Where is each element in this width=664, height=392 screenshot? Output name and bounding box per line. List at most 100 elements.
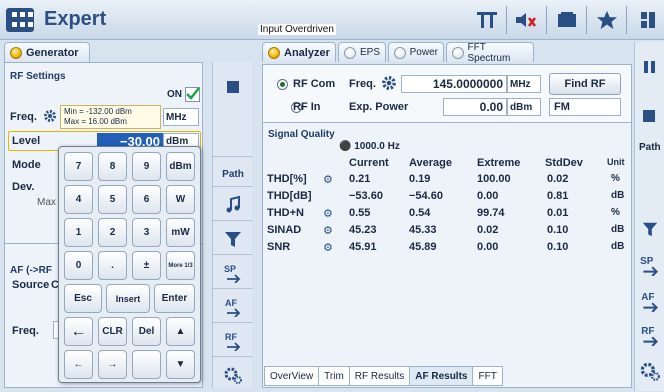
folder-icon[interactable] (550, 6, 584, 34)
svg-text:AF: AF (225, 298, 237, 308)
tab-fft[interactable]: FFT (472, 366, 503, 386)
svg-text:AF: AF (641, 292, 654, 303)
tab-analyzer[interactable]: Analyzer (262, 42, 336, 62)
rf-dev-max-label: Max (37, 197, 56, 208)
rf-on-label: ON (167, 89, 182, 100)
analyzer-filter-button[interactable] (641, 220, 659, 241)
analyzer-freq-unit[interactable]: MHz (507, 75, 541, 93)
key-5[interactable]: 5 (98, 185, 127, 214)
level-min-hint: Min = -132.00 dBm (64, 107, 132, 116)
layout-icon[interactable] (630, 6, 664, 34)
key-delete[interactable]: Del (132, 317, 161, 346)
sq-average: −54.60 (409, 190, 443, 202)
rf-dev-label: Dev. (12, 181, 35, 193)
generator-rf-button[interactable]: RF (213, 322, 253, 358)
app-menu-icon[interactable] (6, 8, 34, 32)
sq-row-name: THD[dB] (267, 190, 312, 202)
analyzer-af-button[interactable]: AF (639, 290, 661, 315)
col-extreme: Extreme (477, 157, 521, 169)
key-7[interactable]: 7 (64, 152, 93, 181)
mute-icon[interactable] (510, 6, 544, 34)
sq-unit: dB (611, 224, 625, 235)
key-enter[interactable]: Enter (154, 284, 195, 313)
af-source-label: Source (12, 279, 50, 291)
tab-af-results[interactable]: AF Results (409, 366, 474, 386)
key-right[interactable]: → (98, 350, 127, 379)
rf-com-radio[interactable] (277, 79, 288, 90)
key-milliwatt[interactable]: mW (166, 218, 195, 247)
freq-settings-gear-icon[interactable] (43, 109, 57, 123)
tab-trim[interactable]: Trim (318, 366, 350, 386)
exp-power-input[interactable]: 0.00 (443, 98, 507, 116)
analyzer-sp-dif-button[interactable]: SP (639, 254, 661, 279)
rf-freq-unit[interactable]: MHz (163, 108, 199, 126)
numeric-keypad: 7 8 9 dBm 4 5 6 W 1 2 3 mW 0 . ± More 1/… (58, 146, 201, 383)
analyzer-freq-gear-icon[interactable] (381, 75, 397, 91)
key-8[interactable]: 8 (98, 152, 127, 181)
sq-row-name: THD[%] (267, 173, 307, 185)
tab-fft-spectrum[interactable]: FFT Spectrum (446, 42, 534, 64)
exp-power-unit[interactable]: dBm (507, 98, 541, 116)
key-4[interactable]: 4 (64, 185, 93, 214)
key-9[interactable]: 9 (132, 152, 161, 181)
level-max-hint: Max = 16.00 dBm (64, 117, 127, 126)
generator-audio-button[interactable] (213, 186, 253, 222)
key-more-units[interactable]: More 1/3 (166, 251, 195, 280)
sq-average: 0.54 (409, 207, 431, 219)
af-freq-label: Freq. (12, 325, 39, 337)
sq-unit: % (611, 207, 620, 218)
filter-funnel-icon (642, 222, 658, 237)
key-2[interactable]: 2 (98, 218, 127, 247)
exp-power-label: Exp. Power (349, 101, 409, 113)
col-unit: Unit (607, 157, 625, 167)
tab-rf-results[interactable]: RF Results (348, 366, 411, 386)
generator-filter-button[interactable] (213, 220, 253, 256)
sq-unit: dB (611, 190, 625, 201)
key-insert[interactable]: Insert (106, 284, 150, 313)
key-watt[interactable]: W (166, 185, 195, 214)
demod-mode-select[interactable]: FM (549, 98, 621, 116)
key-decimal[interactable]: . (98, 251, 127, 280)
key-0[interactable]: 0 (64, 251, 93, 280)
key-6[interactable]: 6 (132, 185, 161, 214)
generator-af-button[interactable]: AF (213, 288, 253, 324)
key-backspace[interactable]: ← (64, 317, 93, 346)
split-view-icon[interactable] (470, 6, 504, 34)
key-left[interactable]: ← (64, 350, 93, 379)
key-3[interactable]: 3 (132, 218, 161, 247)
analyzer-stop-button[interactable] (643, 110, 655, 122)
sq-row-name: THD+N (267, 207, 304, 219)
analyzer-settings-button[interactable] (639, 360, 661, 385)
key-clear[interactable]: CLR (98, 317, 127, 346)
key-plus-minus[interactable]: ± (132, 251, 161, 280)
col-average: Average (409, 157, 453, 169)
rf-freq-label: Freq. (10, 111, 37, 123)
sq-settings-dot-icon[interactable]: ⚙ (323, 207, 333, 220)
analyzer-path-button[interactable]: Path (639, 142, 661, 153)
sq-average: 45.89 (409, 241, 437, 253)
key-1[interactable]: 1 (64, 218, 93, 247)
key-up[interactable]: ▲ (166, 317, 195, 346)
generator-settings-button[interactable] (213, 356, 253, 392)
sq-row-name: SNR (267, 241, 291, 253)
rf-on-checkbox[interactable] (185, 87, 200, 102)
favorite-star-icon[interactable] (590, 6, 624, 34)
key-down[interactable]: ▼ (166, 350, 195, 379)
sq-settings-dot-icon[interactable]: ⚙ (323, 224, 333, 237)
find-rf-button[interactable]: Find RF (549, 73, 621, 95)
key-dbm[interactable]: dBm (166, 152, 195, 181)
generator-sp-dif-button[interactable]: SP (213, 254, 253, 290)
sq-settings-dot-icon[interactable]: ⚙ (323, 241, 333, 254)
key-blank[interactable] (132, 350, 161, 379)
tab-power[interactable]: Power (388, 42, 444, 62)
generator-stop-button[interactable] (213, 62, 253, 112)
tab-generator[interactable]: Generator (4, 42, 90, 62)
pause-icon[interactable] (643, 60, 657, 74)
signal-quality-title: Signal Quality (268, 129, 335, 140)
tab-eps[interactable]: EPS (338, 42, 386, 62)
tab-overview[interactable]: OverView (264, 366, 320, 386)
analyzer-freq-input[interactable]: 145.0000000 (401, 75, 507, 93)
sq-settings-dot-icon[interactable]: ⚙ (323, 173, 333, 186)
analyzer-rf-button[interactable]: RF (639, 324, 661, 349)
key-esc[interactable]: Esc (64, 284, 102, 313)
